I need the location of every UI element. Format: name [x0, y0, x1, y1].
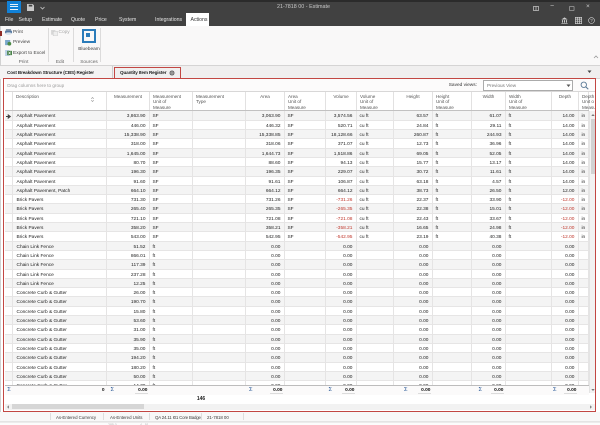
svg-text:?: ?	[590, 18, 593, 23]
